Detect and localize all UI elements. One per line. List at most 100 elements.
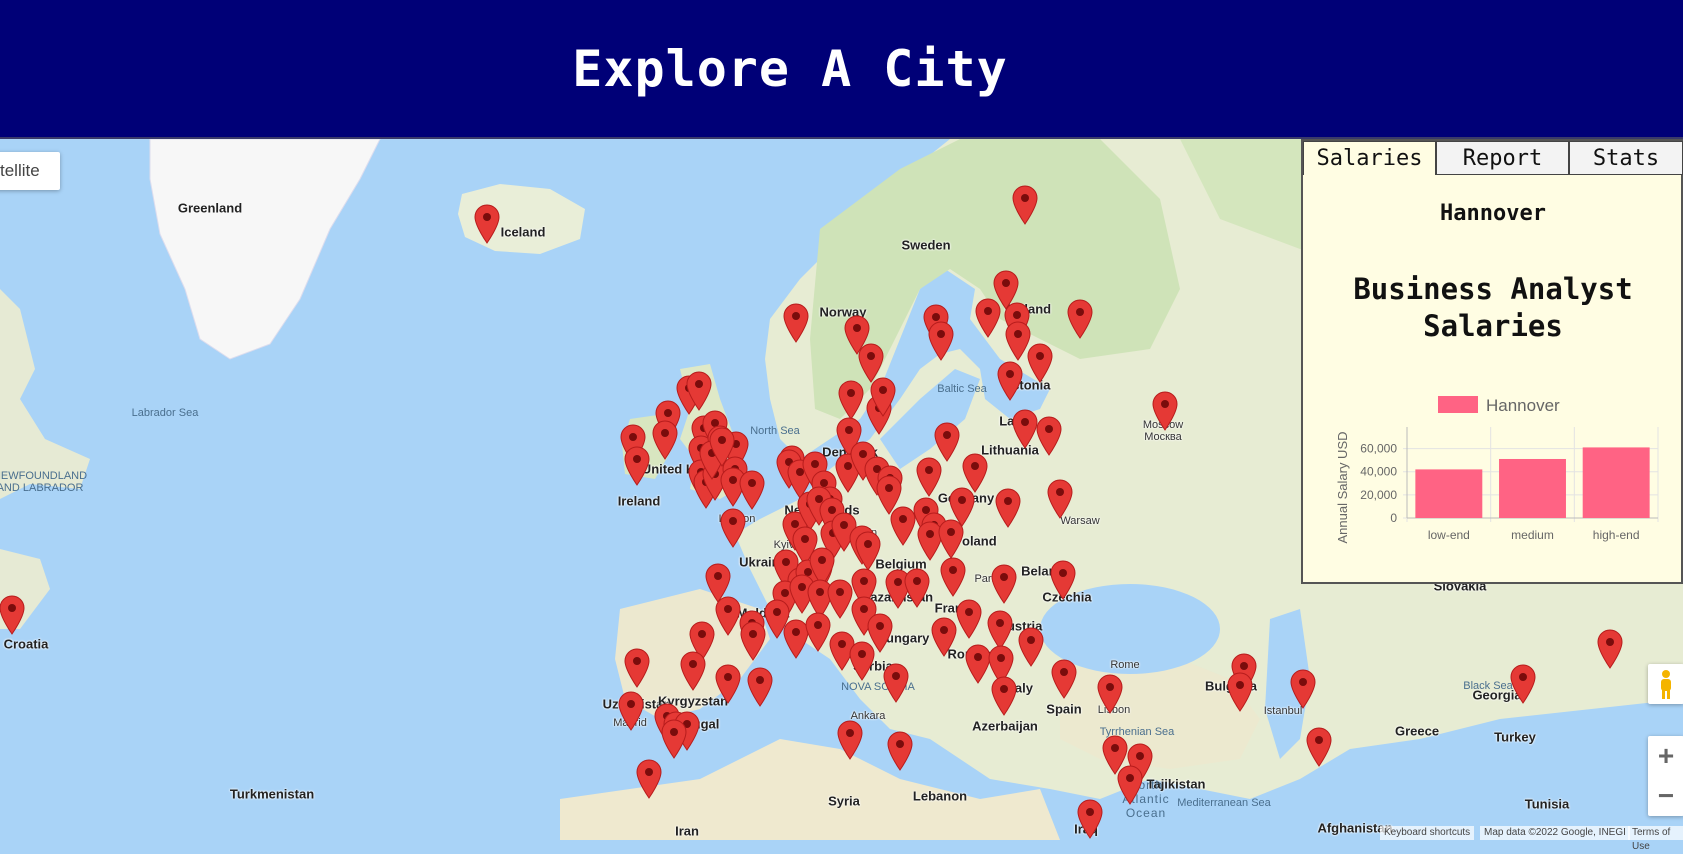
city-marker-pin-icon[interactable]	[838, 380, 864, 420]
y-tick-label: 40,000	[1360, 465, 1397, 479]
city-marker-pin-icon[interactable]	[991, 676, 1017, 716]
tab-report[interactable]: Report	[1436, 141, 1569, 175]
map-data-attribution: Map data ©2022 Google, INEGI	[1480, 826, 1630, 840]
city-marker-pin-icon[interactable]	[1012, 185, 1038, 225]
map-label-labrador-sea: Labrador Sea	[131, 407, 199, 419]
city-marker-pin-icon[interactable]	[1306, 727, 1332, 767]
bar-high-end	[1582, 447, 1650, 518]
city-marker-pin-icon[interactable]	[1097, 674, 1123, 714]
city-marker-pin-icon[interactable]	[474, 204, 500, 244]
city-marker-pin-icon[interactable]	[837, 720, 863, 760]
city-marker-pin-icon[interactable]	[739, 470, 765, 510]
page-header: Explore A City	[0, 0, 1683, 139]
map-label-rome: Rome	[1110, 659, 1140, 671]
city-marker-pin-icon[interactable]	[855, 531, 881, 571]
city-marker-pin-icon[interactable]	[1067, 299, 1093, 339]
city-marker-pin-icon[interactable]	[624, 648, 650, 688]
city-marker-pin-icon[interactable]	[652, 420, 678, 460]
legend-label: Hannover	[1486, 396, 1560, 415]
tab-stats[interactable]: Stats	[1569, 141, 1683, 175]
y-tick-label: 20,000	[1360, 488, 1397, 502]
city-marker-pin-icon[interactable]	[1012, 409, 1038, 449]
chart-heading: Business Analyst Salaries	[1353, 272, 1633, 343]
bar-low-end	[1415, 469, 1483, 518]
city-marker-pin-icon[interactable]	[849, 641, 875, 681]
y-tick-label: 60,000	[1360, 442, 1397, 456]
terms-of-use-link[interactable]: Terms of Use	[1628, 826, 1683, 852]
city-marker-pin-icon[interactable]	[940, 557, 966, 597]
city-marker-pin-icon[interactable]	[661, 719, 687, 759]
legend-swatch	[1438, 396, 1478, 413]
city-marker-pin-icon[interactable]	[636, 759, 662, 799]
street-view-pegman-icon[interactable]	[1648, 664, 1683, 704]
city-marker-pin-icon[interactable]	[975, 298, 1001, 338]
city-marker-pin-icon[interactable]	[1027, 343, 1053, 383]
map-type-satellite-button[interactable]: tellite	[0, 152, 60, 190]
city-marker-pin-icon[interactable]	[1152, 391, 1178, 431]
city-marker-pin-icon[interactable]	[904, 568, 930, 608]
city-name: Hannover	[1440, 201, 1546, 226]
city-marker-pin-icon[interactable]	[916, 457, 942, 497]
city-marker-pin-icon[interactable]	[1227, 672, 1253, 712]
city-marker-pin-icon[interactable]	[1117, 765, 1143, 805]
city-marker-pin-icon[interactable]	[805, 612, 831, 652]
map-label-spain: Spain	[1046, 701, 1082, 717]
city-info-panel: Salaries Report Stats Hannover Business …	[1301, 139, 1683, 584]
city-marker-pin-icon[interactable]	[1597, 629, 1623, 669]
map-label-tunisia: Tunisia	[1524, 796, 1570, 812]
zoom-in-button[interactable]: +	[1648, 736, 1683, 776]
map-label-syria: Syria	[828, 793, 860, 809]
city-marker-pin-icon[interactable]	[870, 377, 896, 417]
map-label-croatia: Croatia	[3, 636, 49, 652]
city-marker-pin-icon[interactable]	[709, 427, 735, 467]
city-marker-pin-icon[interactable]	[618, 691, 644, 731]
map-label-ireland: Ireland	[617, 493, 661, 509]
map-label-mediterranean-sea: Mediterranean Sea	[1177, 797, 1271, 809]
map-label-greece: Greece	[1394, 723, 1440, 739]
map-label-turkmenistan: Turkmenistan	[229, 786, 315, 802]
city-marker-pin-icon[interactable]	[956, 599, 982, 639]
map-label-newfoundland-and-labrador: NEWFOUNDLAND AND LABRADOR	[0, 470, 88, 494]
city-marker-pin-icon[interactable]	[1051, 659, 1077, 699]
city-marker-pin-icon[interactable]	[715, 596, 741, 636]
city-marker-pin-icon[interactable]	[931, 617, 957, 657]
city-marker-pin-icon[interactable]	[1036, 416, 1062, 456]
city-marker-pin-icon[interactable]	[686, 371, 712, 411]
city-marker-pin-icon[interactable]	[1018, 627, 1044, 667]
x-tick-label: low-end	[1428, 528, 1470, 542]
x-tick-label: medium	[1511, 528, 1554, 542]
city-marker-pin-icon[interactable]	[887, 731, 913, 771]
tab-salaries[interactable]: Salaries	[1303, 141, 1436, 175]
map-label-sweden: Sweden	[901, 237, 951, 253]
keyboard-shortcuts-link[interactable]: Keyboard shortcuts	[1380, 826, 1475, 840]
city-marker-pin-icon[interactable]	[0, 595, 25, 635]
page-title: Explore A City	[572, 40, 1008, 98]
city-marker-pin-icon[interactable]	[883, 663, 909, 703]
city-marker-pin-icon[interactable]	[715, 664, 741, 704]
map-label-iceland: Iceland	[500, 224, 546, 240]
city-marker-pin-icon[interactable]	[1510, 664, 1536, 704]
zoom-controls: + −	[1648, 736, 1683, 816]
city-marker-pin-icon[interactable]	[1290, 669, 1316, 709]
city-marker-pin-icon[interactable]	[928, 321, 954, 361]
panel-tabs: Salaries Report Stats	[1303, 141, 1683, 175]
city-marker-pin-icon[interactable]	[783, 303, 809, 343]
city-marker-pin-icon[interactable]	[938, 519, 964, 559]
city-marker-pin-icon[interactable]	[624, 446, 650, 486]
map-label-north-sea: North Sea	[750, 425, 800, 437]
map-label-azerbaijan: Azerbaijan	[972, 718, 1038, 734]
city-marker-pin-icon[interactable]	[995, 488, 1021, 528]
city-marker-pin-icon[interactable]	[747, 667, 773, 707]
map-label-baltic-sea: Baltic Sea	[937, 383, 987, 395]
city-marker-pin-icon[interactable]	[991, 564, 1017, 604]
zoom-out-button[interactable]: −	[1648, 776, 1683, 816]
city-marker-pin-icon[interactable]	[1077, 799, 1103, 839]
map-label-turkey: Turkey	[1494, 729, 1536, 745]
city-marker-pin-icon[interactable]	[720, 508, 746, 548]
city-marker-pin-icon[interactable]	[1050, 560, 1076, 600]
city-marker-pin-icon[interactable]	[997, 361, 1023, 401]
city-marker-pin-icon[interactable]	[740, 621, 766, 661]
city-marker-pin-icon[interactable]	[680, 651, 706, 691]
city-marker-pin-icon[interactable]	[1047, 479, 1073, 519]
city-marker-pin-icon[interactable]	[934, 422, 960, 462]
